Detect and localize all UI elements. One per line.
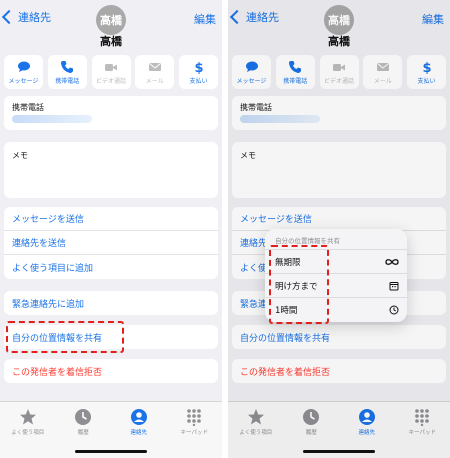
highlight-box (269, 245, 329, 324)
phone-number-redacted (12, 115, 92, 123)
action-list: メッセージを送信 連絡先を送信 よく使う項目に追加 (4, 207, 218, 279)
send-message-row[interactable]: メッセージを送信 (4, 207, 218, 231)
star-icon (19, 409, 36, 425)
message-button[interactable]: メッセージ (4, 55, 43, 89)
block-caller-row[interactable]: この発信者を着信拒否 (4, 359, 218, 383)
clock-icon (75, 409, 92, 425)
back-label: 連絡先 (18, 11, 51, 24)
video-icon (105, 63, 117, 71)
send-contact-row[interactable]: 連絡先を送信 (4, 231, 218, 255)
call-button[interactable]: 携帯電話 (47, 55, 87, 89)
message-icon (17, 61, 30, 72)
memo-card[interactable]: メモ (4, 142, 218, 198)
chevron-left-icon (1, 9, 17, 25)
dollar-icon: $ (194, 61, 203, 74)
pay-button[interactable]: $ 支払い (179, 55, 218, 89)
infinity-icon (385, 258, 399, 265)
emergency-list: 緊急連絡先に追加 (4, 291, 218, 315)
contact-screen-right: 連絡先 高橋 編集 高橋 メッセージ 携帯電話 ビデオ通話 メール $ 支払い … (228, 0, 450, 458)
tab-favorites[interactable]: よく使う項目 (6, 408, 50, 436)
action-buttons: メッセージ 携帯電話 ビデオ通話 メール $ 支払い (4, 55, 218, 89)
back-button[interactable]: 連絡先 (1, 9, 51, 25)
keypad-icon (187, 409, 202, 426)
tab-bar: よく使う項目 履歴 連絡先 キーパッド (0, 401, 222, 458)
contact-screen-left: 連絡先 高橋 編集 高橋 メッセージ 携帯電話 ビデオ通話 メール $ 支払い … (0, 0, 222, 458)
video-call-button[interactable]: ビデオ通話 (91, 55, 131, 89)
mail-button[interactable]: メール (135, 55, 175, 89)
highlight-box (6, 321, 124, 353)
contact-name: 高橋 (100, 35, 122, 48)
home-indicator (75, 450, 147, 453)
phone-icon (61, 60, 74, 73)
phone-label: 携帯電話 (12, 103, 44, 112)
tab-contacts[interactable]: 連絡先 (117, 408, 161, 436)
tab-keypad[interactable]: キーパッド (172, 408, 216, 436)
calendar-icon (389, 281, 399, 290)
person-icon (130, 409, 147, 425)
tab-recents[interactable]: 履歴 (61, 408, 105, 436)
avatar: 高橋 (96, 5, 126, 35)
add-favorite-row[interactable]: よく使う項目に追加 (4, 255, 218, 279)
svg-text:$: $ (194, 61, 203, 74)
phone-card[interactable]: 携帯電話 (4, 96, 218, 130)
memo-label: メモ (12, 151, 28, 160)
clock-icon (389, 305, 399, 315)
mail-icon (148, 62, 161, 71)
block-list: この発信者を着信拒否 (4, 359, 218, 383)
add-emergency-row[interactable]: 緊急連絡先に追加 (4, 291, 218, 315)
edit-button[interactable]: 編集 (194, 11, 216, 27)
